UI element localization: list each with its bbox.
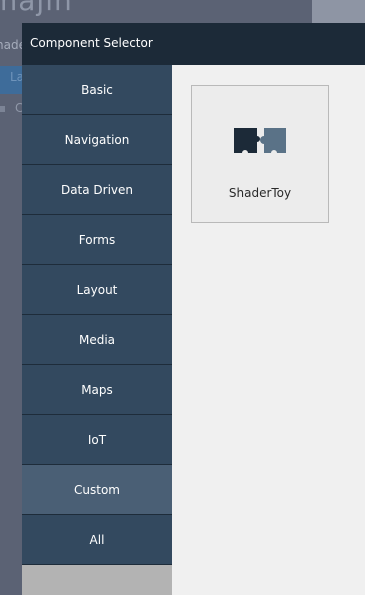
category-label: Navigation (64, 132, 130, 147)
category-label: Media (78, 332, 116, 347)
background-item-icon (0, 106, 5, 112)
category-label: Maps (81, 382, 113, 397)
category-label: Basic (81, 82, 113, 97)
dialog-header: Component Selector (22, 23, 365, 65)
category-layout[interactable]: Layout (22, 265, 172, 315)
component-card-label: ShaderToy (228, 186, 292, 200)
category-media[interactable]: Media (22, 315, 172, 365)
puzzle-pieces-icon (234, 128, 286, 153)
category-data-driven[interactable]: Data Driven (22, 165, 172, 215)
category-basic[interactable]: Basic (22, 65, 172, 115)
category-label: IoT (87, 432, 107, 447)
category-label: Data Driven (60, 182, 134, 197)
app-root: majin nade La C Component Selector Basic… (0, 0, 365, 595)
category-label: All (89, 532, 105, 547)
category-forms[interactable]: Forms (22, 215, 172, 265)
category-label: Layout (76, 282, 118, 297)
category-label: Custom (74, 482, 120, 497)
category-iot[interactable]: IoT (22, 415, 172, 465)
component-grid: ShaderToy (172, 65, 365, 595)
category-navigation[interactable]: Navigation (22, 115, 172, 165)
category-all[interactable]: All (22, 515, 172, 565)
category-maps[interactable]: Maps (22, 365, 172, 415)
category-sidebar: Basic Navigation Data Driven Forms Layou… (22, 65, 172, 595)
background-panel (312, 0, 365, 24)
dialog-title: Component Selector (30, 36, 153, 50)
component-card-shadertoy[interactable]: ShaderToy (191, 85, 329, 223)
background-logo: majin (0, 0, 73, 17)
category-label: Forms (78, 232, 116, 247)
component-selector-dialog: Component Selector Basic Navigation Data… (22, 23, 365, 595)
category-custom[interactable]: Custom (22, 465, 172, 515)
